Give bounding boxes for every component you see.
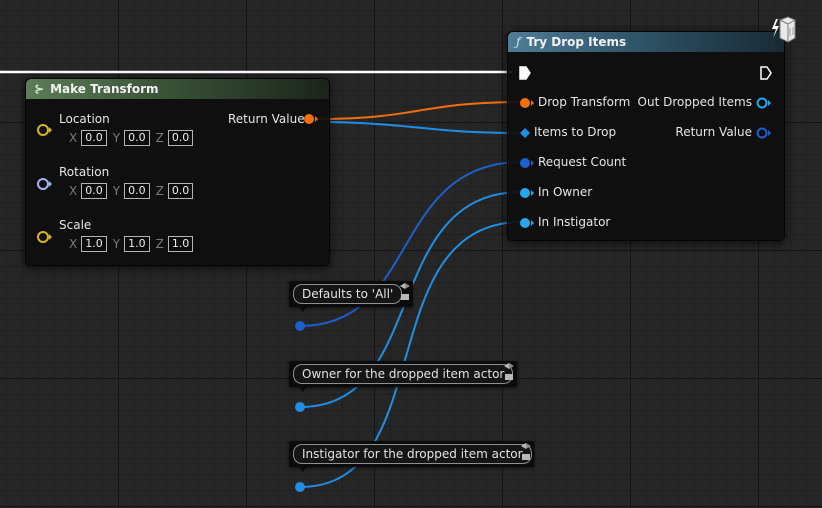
location-x-input[interactable]: 0.0 <box>81 130 107 146</box>
in-owner-label: In Owner <box>538 185 593 199</box>
return-value-label: Return Value <box>228 112 305 126</box>
try-drop-items-node[interactable]: ƒ Try Drop Items Drop Transform Items to… <box>507 31 785 241</box>
rotation-pin[interactable] <box>36 177 54 191</box>
items-to-drop-pin[interactable] <box>518 126 532 140</box>
request-count-label: Request Count <box>538 155 627 169</box>
location-pin[interactable] <box>36 123 54 137</box>
items-to-drop-wire <box>329 121 521 134</box>
return-value-output-label: Return Value <box>675 125 752 139</box>
request-count-pin[interactable] <box>518 156 536 170</box>
in-owner-reroute-knot[interactable] <box>295 402 305 412</box>
axis-x-label: X <box>69 184 78 198</box>
pin-icon[interactable] <box>503 362 515 382</box>
drop-transform-label: Drop Transform <box>538 95 631 109</box>
rotation-fields: X 0.0 Y 0.0 Z 0.0 <box>69 183 199 199</box>
make-transform-icon: ⊱ <box>34 82 45 96</box>
scale-pin[interactable] <box>36 230 54 244</box>
rotation-y-input[interactable]: 0.0 <box>124 183 150 199</box>
make-transform-title: Make Transform <box>50 82 159 96</box>
return-value-output-pin[interactable] <box>755 126 773 140</box>
axis-x-label: X <box>69 237 78 251</box>
location-fields: X 0.0 Y 0.0 Z 0.0 <box>69 130 199 146</box>
transform-wire <box>315 101 523 120</box>
make-transform-node[interactable]: ⊱ Make Transform Location X 0.0 Y 0.0 Z … <box>25 78 330 266</box>
exec-out-pin[interactable] <box>759 65 773 81</box>
rotation-z-input[interactable]: 0.0 <box>167 183 194 199</box>
exec-in-pin[interactable] <box>518 65 532 81</box>
in-instigator-reroute-knot[interactable] <box>295 482 305 492</box>
comment-text: Owner for the dropped item actor <box>293 364 514 384</box>
pin-icon[interactable] <box>520 442 532 462</box>
comment-box[interactable]: Defaults to 'All' <box>289 281 413 312</box>
comment-box[interactable]: Instigator for the dropped item actor <box>289 441 534 472</box>
scale-x-input[interactable]: 1.0 <box>81 236 107 252</box>
request-count-reroute-knot[interactable] <box>295 321 305 331</box>
in-instigator-pin[interactable] <box>518 216 536 230</box>
return-value-pin[interactable] <box>302 112 320 126</box>
axis-z-label: Z <box>155 237 164 251</box>
rotation-x-input[interactable]: 0.0 <box>81 183 107 199</box>
axis-y-label: Y <box>112 184 121 198</box>
location-label: Location <box>59 112 110 126</box>
scale-z-input[interactable]: 1.0 <box>167 236 194 252</box>
drop-transform-pin[interactable] <box>518 96 536 110</box>
comment-box[interactable]: Owner for the dropped item actor <box>289 361 517 392</box>
axis-z-label: Z <box>155 184 164 198</box>
axis-y-label: Y <box>112 237 121 251</box>
items-to-drop-label: Items to Drop <box>534 125 617 139</box>
scale-fields: X 1.0 Y 1.0 Z 1.0 <box>69 236 199 252</box>
in-owner-pin[interactable] <box>518 186 536 200</box>
comment-text: Instigator for the dropped item actor <box>293 444 532 464</box>
out-dropped-items-label: Out Dropped Items <box>637 95 752 109</box>
scale-y-input[interactable]: 1.0 <box>124 236 150 252</box>
rotation-label: Rotation <box>59 165 110 179</box>
out-dropped-items-pin[interactable] <box>755 96 773 110</box>
comment-tail <box>299 307 307 312</box>
axis-y-label: Y <box>112 131 121 145</box>
location-z-input[interactable]: 0.0 <box>167 130 194 146</box>
pin-icon[interactable] <box>399 282 411 302</box>
function-icon: ƒ <box>516 35 521 49</box>
comment-text: Defaults to 'All' <box>293 284 403 304</box>
scale-label: Scale <box>59 218 92 232</box>
try-drop-items-title: Try Drop Items <box>526 35 627 49</box>
location-y-input[interactable]: 0.0 <box>124 130 150 146</box>
axis-z-label: Z <box>155 131 164 145</box>
try-drop-items-header[interactable]: ƒ Try Drop Items <box>508 32 784 52</box>
make-transform-header[interactable]: ⊱ Make Transform <box>26 79 329 99</box>
cube-icon <box>772 16 796 43</box>
in-instigator-label: In Instigator <box>538 215 611 229</box>
axis-x-label: X <box>69 131 78 145</box>
comment-tail <box>299 467 307 472</box>
comment-tail <box>299 387 307 392</box>
